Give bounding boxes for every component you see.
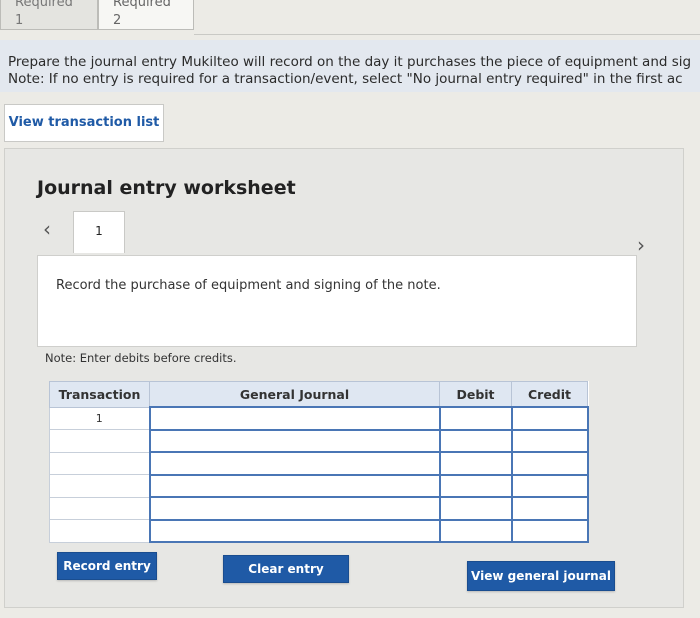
table-row [49,428,589,453]
tab-bar: Required 1 Required 2 [0,0,700,36]
account-select[interactable] [148,428,441,453]
debits-note: Note: Enter debits before credits. [45,351,237,365]
table-row [49,451,589,476]
table-row [49,496,589,521]
debit-input[interactable] [438,518,513,543]
credit-input[interactable] [510,428,589,453]
view-general-journal-button[interactable]: View general journal [467,561,615,591]
journal-entry-worksheet-panel: Journal entry worksheet ‹ 1 › Record the… [4,148,684,608]
debit-input[interactable] [438,428,513,453]
credit-input[interactable] [510,518,589,543]
instructions: Prepare the journal entry Mukilteo will … [0,40,700,92]
debit-input[interactable] [438,406,513,431]
table-row: 1 [49,406,589,431]
view-transaction-list-button[interactable]: View transaction list [4,104,164,142]
debit-input[interactable] [438,496,513,521]
debit-input[interactable] [438,473,513,498]
tab-label: Required 2 [113,0,171,28]
instruction-line-2: Note: If no entry is required for a tran… [8,71,683,87]
transaction-description: Record the purchase of equipment and sig… [56,278,441,293]
tab-required-1[interactable]: Required 1 [0,0,98,30]
chevron-left-icon[interactable]: ‹ [43,219,51,239]
record-entry-button[interactable]: Record entry [57,552,157,580]
credit-input[interactable] [510,496,589,521]
credit-input[interactable] [510,473,589,498]
tab-label: Required 1 [15,0,73,28]
transaction-cell: 1 [49,406,150,430]
clear-entry-button[interactable]: Clear entry [223,555,349,583]
credit-input[interactable] [510,406,589,431]
entry-number-tab[interactable]: 1 [73,211,125,253]
transaction-cell [49,429,150,453]
account-select[interactable] [148,518,441,543]
transaction-cell [49,474,150,498]
transaction-cell [49,451,150,475]
tab-divider [194,34,700,35]
table-row [49,518,589,543]
table-row [49,473,589,498]
transaction-description-box: Record the purchase of equipment and sig… [37,255,637,347]
account-select[interactable] [148,496,441,521]
account-select[interactable] [148,406,441,431]
column-header-general-journal: General Journal [149,381,440,408]
account-select[interactable] [148,473,441,498]
table-header-row: Transaction General Journal Debit Credit [49,381,588,408]
account-select[interactable] [148,451,441,476]
debit-input[interactable] [438,451,513,476]
transaction-cell [49,496,150,520]
instruction-line-1: Prepare the journal entry Mukilteo will … [8,54,692,70]
journal-entry-table: Transaction General Journal Debit Credit… [49,381,589,543]
tab-required-2[interactable]: Required 2 [98,0,194,30]
column-header-debit: Debit [439,381,512,408]
worksheet-title: Journal entry worksheet [37,177,296,199]
column-header-transaction: Transaction [49,381,150,408]
chevron-right-icon[interactable]: › [637,235,645,255]
transaction-cell [49,519,150,543]
credit-input[interactable] [510,451,589,476]
column-header-credit: Credit [511,381,588,408]
